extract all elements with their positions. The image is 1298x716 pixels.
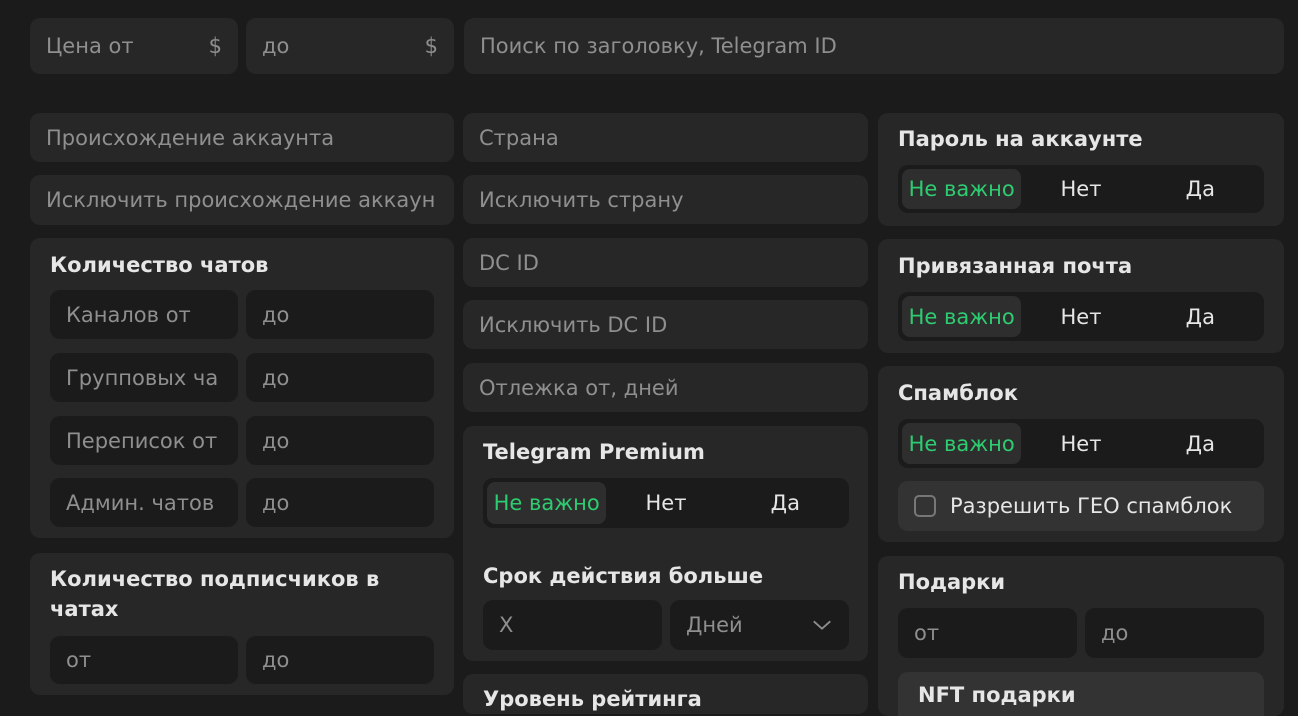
price-from-placeholder: Цена от <box>46 34 134 58</box>
subscribers-panel: Количество подписчиков в чатах от до <box>30 553 454 695</box>
placeholder: Исключить страну <box>479 187 684 212</box>
password-option-yes[interactable]: Да <box>1141 169 1260 209</box>
spamblock-option-any[interactable]: Не важно <box>902 423 1022 464</box>
rating-panel: Уровень рейтинга <box>463 674 868 714</box>
selected-value: Дней <box>686 613 743 637</box>
premium-option-no[interactable]: Нет <box>606 482 725 524</box>
placeholder: до <box>262 428 290 453</box>
placeholder: X <box>499 613 514 637</box>
placeholder: до <box>262 490 290 515</box>
password-option-any[interactable]: Не важно <box>902 169 1022 209</box>
groups-to-input[interactable]: до <box>246 353 434 402</box>
gifts-panel: Подарки от до NFT подарки <box>878 556 1284 716</box>
spamblock-option-yes[interactable]: Да <box>1141 423 1260 464</box>
spamblock-option-no[interactable]: Нет <box>1021 423 1140 464</box>
checkbox-icon <box>914 495 936 517</box>
geo-spamblock-checkbox[interactable]: Разрешить ГЕО спамблок <box>898 481 1264 531</box>
premium-panel: Telegram Premium Не важно Нет Да Срок де… <box>463 426 868 661</box>
email-segmented: Не важно Нет Да <box>898 292 1264 341</box>
subscribers-to-input[interactable]: до <box>246 636 434 684</box>
premium-option-any[interactable]: Не важно <box>487 482 607 524</box>
placeholder: до <box>1101 621 1129 645</box>
expiry-title: Срок действия больше <box>483 564 764 588</box>
price-to-input[interactable]: до $ <box>246 18 454 74</box>
nft-gifts-title: NFT подарки <box>918 683 1076 707</box>
placeholder: DC ID <box>479 250 539 275</box>
email-option-no[interactable]: Нет <box>1021 296 1140 337</box>
expiry-value-input[interactable]: X <box>483 600 662 650</box>
price-from-input[interactable]: Цена от $ <box>30 18 238 74</box>
dc-id-input[interactable]: DC ID <box>463 238 868 287</box>
search-placeholder: Поиск по заголовку, Telegram ID <box>480 34 837 58</box>
admin-chats-to-input[interactable]: до <box>246 478 434 527</box>
rating-title: Уровень рейтинга <box>483 687 702 711</box>
gifts-from-input[interactable]: от <box>898 608 1077 658</box>
search-input[interactable]: Поиск по заголовку, Telegram ID <box>464 18 1284 74</box>
placeholder: Страна <box>479 125 559 150</box>
premium-option-yes[interactable]: Да <box>726 482 845 524</box>
placeholder: от <box>66 648 92 672</box>
spamblock-segmented: Не важно Нет Да <box>898 419 1264 468</box>
email-panel: Привязанная почта Не важно Нет Да <box>878 239 1284 353</box>
placeholder: от <box>914 621 940 645</box>
gifts-title: Подарки <box>898 570 1006 594</box>
geo-spamblock-label: Разрешить ГЕО спамблок <box>950 494 1233 518</box>
chats-count-title: Количество чатов <box>50 253 269 277</box>
dialogs-to-input[interactable]: до <box>246 416 434 465</box>
placeholder: до <box>262 365 290 390</box>
spamblock-panel: Спамблок Не важно Нет Да Разрешить ГЕО с… <box>878 366 1284 542</box>
channels-from-input[interactable]: Каналов от <box>50 290 238 339</box>
exclude-dc-id-input[interactable]: Исключить DC ID <box>463 300 868 349</box>
origin-input[interactable]: Происхождение аккаунта <box>30 113 454 162</box>
subscribers-from-input[interactable]: от <box>50 636 238 684</box>
subscribers-title-line2: чатах <box>50 597 119 621</box>
email-option-any[interactable]: Не важно <box>902 296 1022 337</box>
gifts-to-input[interactable]: до <box>1085 608 1264 658</box>
email-option-yes[interactable]: Да <box>1141 296 1260 337</box>
chats-count-panel: Количество чатов Каналов от до Групповых… <box>30 238 454 538</box>
password-option-no[interactable]: Нет <box>1021 169 1140 209</box>
password-panel: Пароль на аккаунте Не важно Нет Да <box>878 113 1284 226</box>
currency-sign: $ <box>424 34 438 58</box>
dialogs-from-input[interactable]: Переписок от <box>50 416 238 465</box>
exclude-origin-placeholder: Исключить происхождение аккаун <box>46 188 436 212</box>
placeholder: Отлежка от, дней <box>479 375 679 400</box>
placeholder: Переписок от <box>66 428 218 453</box>
placeholder: до <box>262 302 290 327</box>
placeholder: до <box>262 648 290 672</box>
exclude-origin-input[interactable]: Исключить происхождение аккаун <box>30 175 454 225</box>
premium-segmented: Не важно Нет Да <box>483 478 849 528</box>
exclude-country-input[interactable]: Исключить страну <box>463 175 868 224</box>
email-title: Привязанная почта <box>898 254 1133 278</box>
currency-sign: $ <box>208 34 222 58</box>
nft-gifts-block: NFT подарки <box>898 672 1264 716</box>
subscribers-title-line1: Количество подписчиков в <box>50 567 380 591</box>
placeholder: Исключить DC ID <box>479 312 668 337</box>
placeholder: Групповых ча <box>66 365 219 390</box>
spamblock-title: Спамблок <box>898 381 1018 405</box>
chevron-down-icon <box>813 620 831 630</box>
groups-from-input[interactable]: Групповых ча <box>50 353 238 402</box>
password-segmented: Не важно Нет Да <box>898 165 1264 213</box>
expiry-unit-select[interactable]: Дней <box>670 600 849 650</box>
placeholder: Админ. чатов <box>66 490 215 515</box>
password-title: Пароль на аккаунте <box>898 127 1143 151</box>
idle-days-input[interactable]: Отлежка от, дней <box>463 363 868 412</box>
country-input[interactable]: Страна <box>463 113 868 162</box>
placeholder: Каналов от <box>66 302 191 327</box>
price-to-placeholder: до <box>262 34 290 58</box>
channels-to-input[interactable]: до <box>246 290 434 339</box>
origin-placeholder: Происхождение аккаунта <box>46 125 335 150</box>
admin-chats-from-input[interactable]: Админ. чатов <box>50 478 238 527</box>
premium-title: Telegram Premium <box>483 440 705 464</box>
